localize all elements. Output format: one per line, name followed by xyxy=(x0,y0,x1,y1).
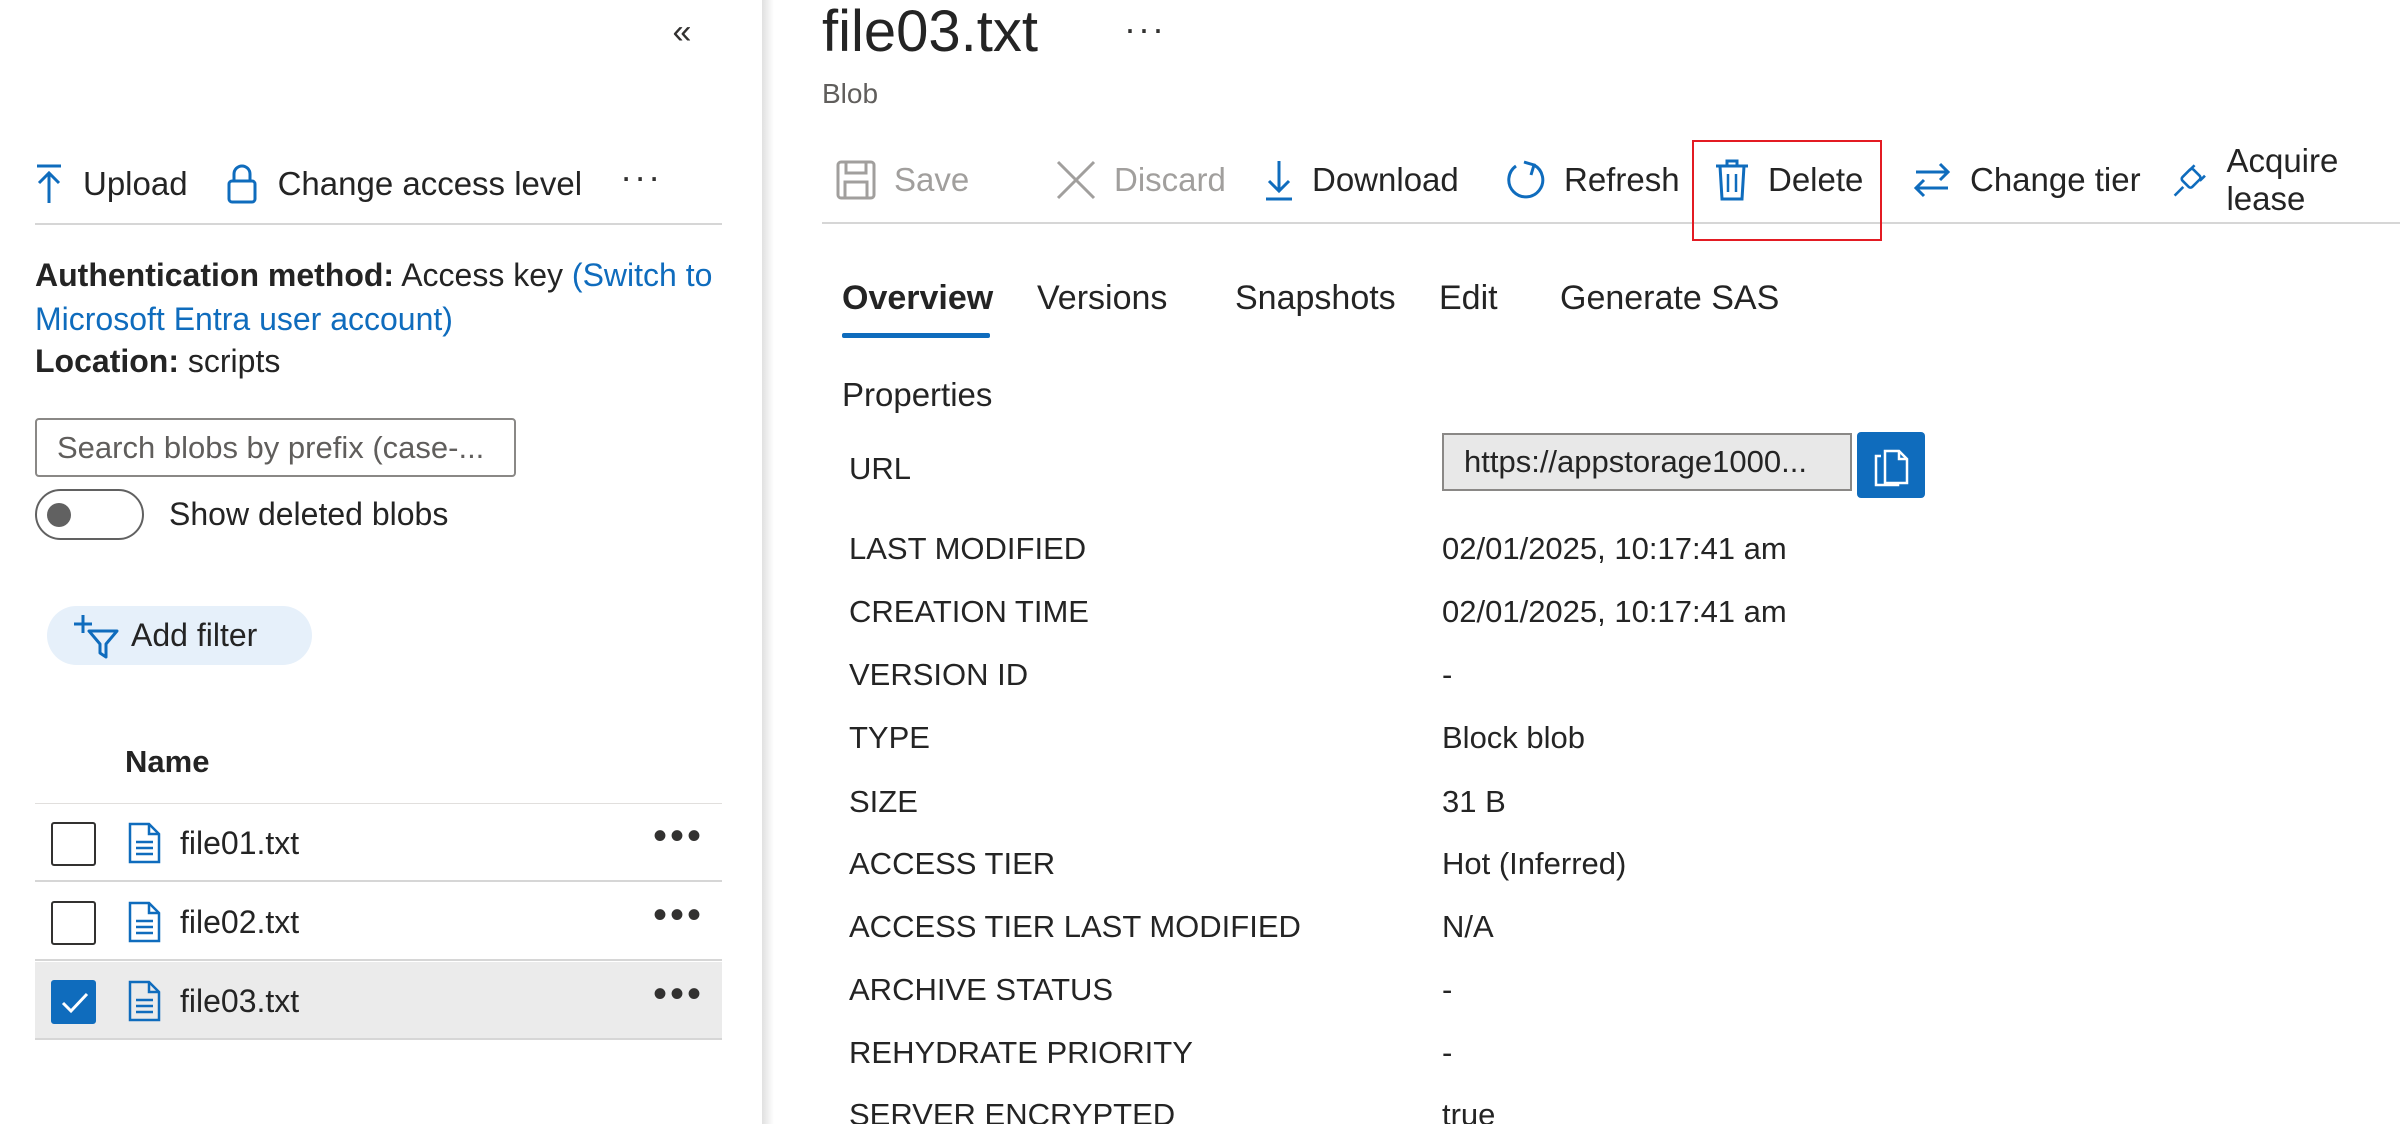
toggle-knob xyxy=(47,503,71,527)
title-more-button[interactable]: ··· xyxy=(1124,8,1166,50)
prop-label-size: SIZE xyxy=(849,784,918,819)
refresh-label: Refresh xyxy=(1564,161,1680,198)
prop-label-access-tier-last-modified: ACCESS TIER LAST MODIFIED xyxy=(849,909,1301,944)
file-name[interactable]: file03.txt xyxy=(180,979,299,1023)
prop-value-version-id: - xyxy=(1442,657,1453,692)
collapse-pane-icon[interactable]: « xyxy=(664,12,700,52)
properties-heading: Properties xyxy=(842,376,993,413)
url-label: URL xyxy=(849,451,912,486)
row-checkbox[interactable] xyxy=(51,822,96,866)
row-more-button[interactable]: ••• xyxy=(653,974,704,1014)
table-row-selected[interactable]: file03.txt ••• xyxy=(35,962,722,1040)
prop-value-creation-time: 02/01/2025, 10:17:41 am xyxy=(1442,594,1787,629)
acquire-lease-label: Acquire lease xyxy=(2226,142,2339,217)
name-column-header[interactable]: Name xyxy=(125,740,209,784)
prop-label-last-modified: LAST MODIFIED xyxy=(849,531,1087,566)
command-bar: Save Discard Download Refresh Delete Cha… xyxy=(822,140,2400,241)
file-name[interactable]: file02.txt xyxy=(180,900,299,944)
row-more-button[interactable]: ••• xyxy=(653,816,704,856)
list-header: Name xyxy=(35,740,722,804)
search-blobs-input[interactable] xyxy=(35,418,516,477)
table-row[interactable]: file01.txt ••• xyxy=(35,804,722,882)
change-tier-button[interactable]: Change tier xyxy=(1912,150,2141,210)
add-filter-button[interactable]: Add filter xyxy=(47,606,312,665)
tab-overview[interactable]: Overview xyxy=(842,276,993,320)
acquire-lease-button[interactable]: Acquire lease xyxy=(2172,142,2400,217)
location: Location: scripts xyxy=(35,339,280,383)
row-checkbox-checked[interactable] xyxy=(51,980,96,1024)
prop-value-access-tier-last-modified: N/A xyxy=(1442,909,1494,944)
left-toolbar: Upload Change access level ··· xyxy=(35,145,722,225)
prop-value-type: Block blob xyxy=(1442,720,1586,755)
blob-list-pane: « Upload Change access level ··· Authent… xyxy=(0,0,760,1124)
row-more-button[interactable]: ••• xyxy=(653,895,704,935)
upload-button[interactable]: Upload xyxy=(35,154,188,214)
table-row[interactable]: file02.txt ••• xyxy=(35,883,722,961)
add-filter-label: Add filter xyxy=(131,617,258,653)
refresh-icon xyxy=(1507,160,1545,199)
delete-button[interactable]: Delete xyxy=(1714,150,1863,210)
file-icon xyxy=(128,822,161,864)
location-label: Location: xyxy=(35,343,179,379)
file-name[interactable]: file01.txt xyxy=(180,821,299,865)
prop-value-server-encrypted: true xyxy=(1442,1097,1496,1124)
tab-snapshots[interactable]: Snapshots xyxy=(1235,276,1396,320)
filter-add-icon xyxy=(74,614,119,658)
auth-value: Access key xyxy=(401,257,564,293)
save-icon xyxy=(836,160,876,200)
prop-label-type: TYPE xyxy=(849,720,930,755)
download-label: Download xyxy=(1312,161,1459,198)
show-deleted-blobs-label: Show deleted blobs xyxy=(169,496,449,532)
checkmark-icon xyxy=(61,992,89,1014)
discard-button[interactable]: Discard xyxy=(1056,150,1226,210)
change-tier-label: Change tier xyxy=(1970,161,2141,198)
upload-label: Upload xyxy=(83,165,188,202)
upload-icon xyxy=(37,164,61,203)
discard-icon xyxy=(1056,160,1096,200)
save-label: Save xyxy=(894,161,970,198)
prop-value-last-modified: 02/01/2025, 10:17:41 am xyxy=(1442,531,1787,566)
prop-label-server-encrypted: SERVER ENCRYPTED xyxy=(849,1097,1176,1124)
row-checkbox[interactable] xyxy=(51,901,96,945)
prop-label-access-tier: ACCESS TIER xyxy=(849,846,1056,881)
refresh-button[interactable]: Refresh xyxy=(1504,150,1680,210)
tab-versions[interactable]: Versions xyxy=(1037,276,1167,320)
download-icon xyxy=(1266,161,1292,201)
prop-value-access-tier: Hot (Inferred) xyxy=(1442,846,1627,881)
prop-label-version-id: VERSION ID xyxy=(849,657,1029,692)
lock-icon xyxy=(227,164,257,204)
toolbar-more-button[interactable]: ··· xyxy=(620,156,662,198)
page-title: file03.txt xyxy=(822,0,1038,64)
authentication-method: Authentication method: Access key (Switc… xyxy=(35,253,735,341)
file-icon xyxy=(128,980,161,1022)
prop-label-rehydrate-priority: REHYDRATE PRIORITY xyxy=(849,1035,1193,1070)
discard-label: Discard xyxy=(1114,161,1226,198)
prop-label-creation-time: CREATION TIME xyxy=(849,594,1089,629)
trash-icon xyxy=(1716,159,1748,201)
blob-details-pane: file03.txt ··· Blob Save Discard Downloa… xyxy=(774,0,2400,1124)
swap-icon xyxy=(1913,162,1951,198)
delete-label: Delete xyxy=(1768,161,1864,198)
pane-divider xyxy=(762,0,774,1124)
location-value: scripts xyxy=(187,343,281,379)
prop-value-rehydrate-priority: - xyxy=(1442,1035,1453,1070)
auth-label: Authentication method: xyxy=(35,257,395,293)
active-tab-indicator xyxy=(842,333,990,338)
change-access-level-button[interactable]: Change access level xyxy=(226,154,583,214)
tab-edit[interactable]: Edit xyxy=(1439,276,1498,320)
show-deleted-blobs-toggle[interactable] xyxy=(35,489,144,540)
prop-value-size: 31 B xyxy=(1442,784,1506,819)
prop-label-archive-status: ARCHIVE STATUS xyxy=(849,972,1114,1007)
prop-value-archive-status: - xyxy=(1442,972,1453,1007)
url-field[interactable]: https://appstorage1000... xyxy=(1442,433,1852,491)
download-button[interactable]: Download xyxy=(1264,150,1459,210)
copy-url-button[interactable] xyxy=(1857,432,1925,498)
plug-icon xyxy=(2173,164,2206,197)
tab-generate-sas[interactable]: Generate SAS xyxy=(1560,276,1779,320)
save-button[interactable]: Save xyxy=(836,150,969,210)
copy-icon xyxy=(1874,449,1909,487)
change-access-level-label: Change access level xyxy=(277,165,583,202)
file-icon xyxy=(128,901,161,943)
page-subtitle: Blob xyxy=(822,78,879,109)
